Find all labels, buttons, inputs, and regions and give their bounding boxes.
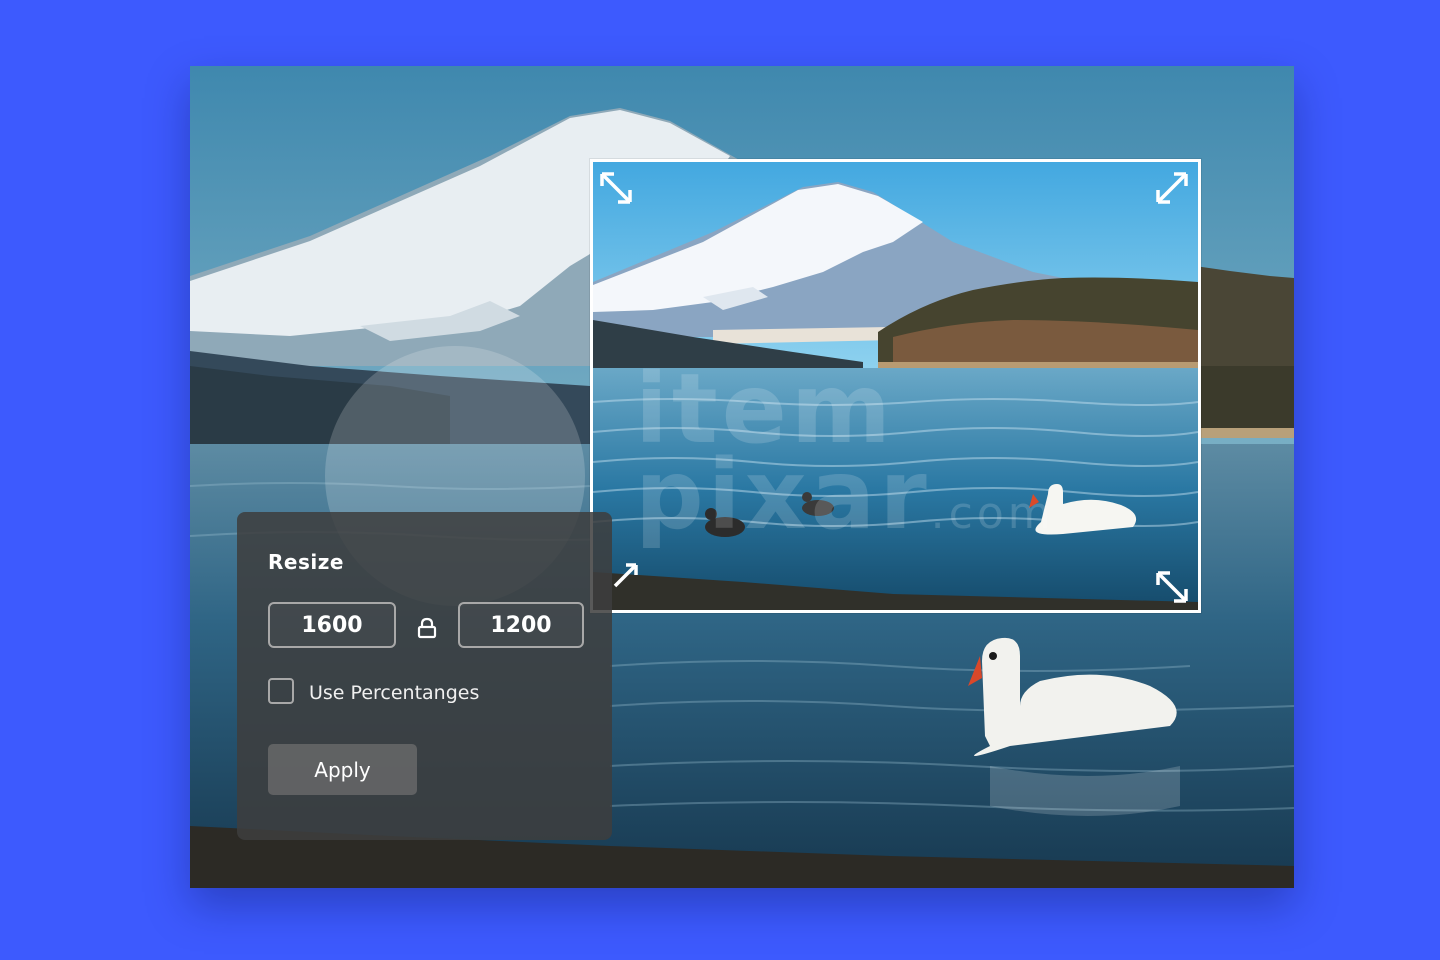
selection-photo <box>593 162 1198 610</box>
diagonal-arrow-icon <box>1156 571 1188 603</box>
resize-panel: Resize Use Percentanges Apply <box>237 512 612 840</box>
diagonal-arrow-icon <box>613 563 638 588</box>
resize-handle-top-right[interactable] <box>1152 168 1192 208</box>
use-percentages-checkbox[interactable] <box>268 678 294 704</box>
diagonal-arrow-icon <box>600 172 632 204</box>
apply-button[interactable]: Apply <box>268 744 417 795</box>
resize-selection-box[interactable] <box>590 159 1201 613</box>
width-input[interactable] <box>268 602 396 648</box>
height-input[interactable] <box>458 602 584 648</box>
panel-title: Resize <box>268 550 344 574</box>
resize-handle-top-left[interactable] <box>596 168 636 208</box>
use-percentages-label: Use Percentanges <box>309 682 480 704</box>
resize-handle-bottom-right[interactable] <box>1152 567 1192 607</box>
diagonal-arrow-icon <box>1156 172 1188 204</box>
lock-icon[interactable] <box>413 614 441 642</box>
